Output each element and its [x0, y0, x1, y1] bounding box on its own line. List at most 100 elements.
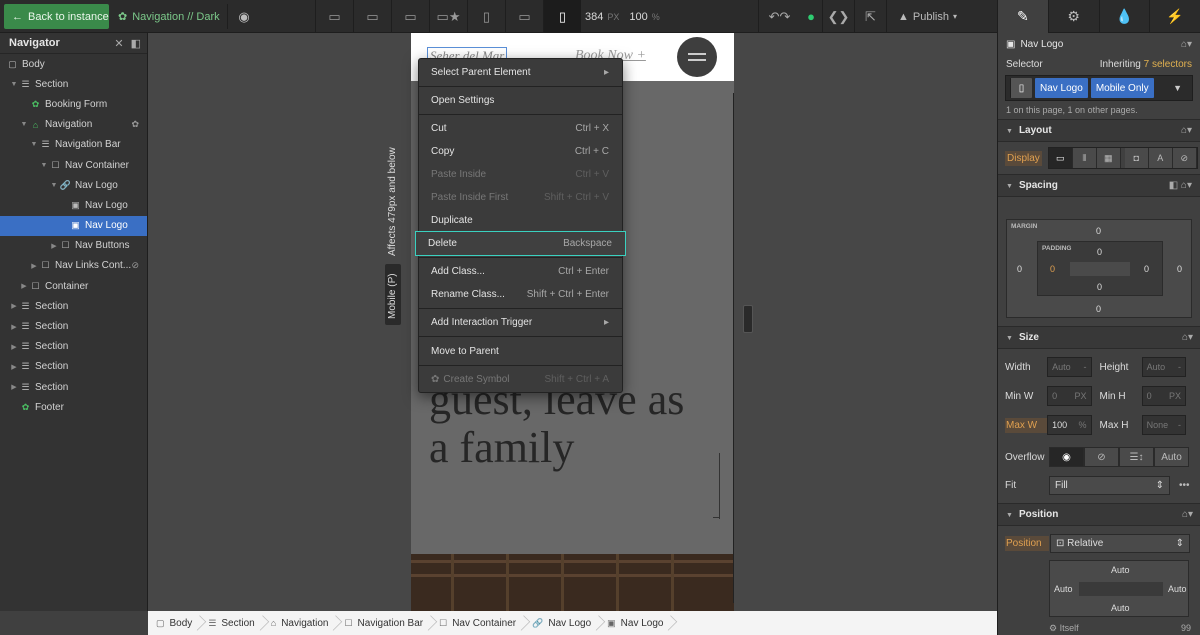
tree-item-section[interactable]: ▶ ☰ Section [0, 296, 147, 316]
menu-item-cut[interactable]: Cut Ctrl + X [419, 117, 622, 139]
style-manager-drops-icon[interactable]: 💧 [1098, 0, 1150, 33]
tablet-icon[interactable]: ▯ [467, 0, 505, 33]
display-flex-icon[interactable]: ⫴ [1072, 148, 1097, 168]
display-none-icon[interactable]: ⊘ [1172, 148, 1197, 168]
tree-item-booking-form[interactable]: ✿ Booking Form [0, 94, 147, 114]
tree-item-nav-buttons[interactable]: ▶ ☐ Nav Buttons [0, 236, 147, 256]
z-index-input[interactable]: 99 [1181, 623, 1191, 635]
collapse-all-icon[interactable]: ✕ [114, 37, 123, 50]
breadcrumb-item-navigation[interactable]: ⌂ Navigation [263, 611, 337, 635]
inheriting-count[interactable]: 7 selectors [1144, 59, 1192, 70]
breadcrumb-item-nav-logo-link[interactable]: 🔗 Nav Logo [524, 611, 599, 635]
tree-item-nav-logo-link[interactable]: ▼ 🔗 Nav Logo [0, 175, 147, 195]
caret-right-icon[interactable]: ▶ [9, 363, 19, 371]
caret-right-icon[interactable]: ▶ [29, 262, 39, 270]
tree-item-section[interactable]: ▼ ☰ Section [0, 74, 147, 94]
mobile-landscape-icon[interactable]: ▭ [505, 0, 543, 33]
tree-item-nav-links-container[interactable]: ▶ ☐ Nav Links Cont... ⊘ [0, 256, 147, 276]
width-input[interactable]: Auto - [1047, 357, 1092, 377]
tree-item-nav-container[interactable]: ▼ ☐ Nav Container [0, 155, 147, 175]
menu-item-add-class[interactable]: Add Class... Ctrl + Enter [419, 260, 622, 282]
overflow-auto-button[interactable]: Auto [1154, 447, 1189, 467]
hamburger-menu-icon[interactable] [677, 37, 717, 77]
export-icon[interactable]: ⇱ [854, 0, 886, 33]
spacing-box-model[interactable]: MARGIN 0 0 0 0 PADDING 0 0 0 0 [1006, 219, 1192, 318]
code-icon[interactable]: ❮❯ [822, 0, 854, 33]
tree-item-section[interactable]: ▶ ☰ Section [0, 357, 147, 377]
tree-item-section[interactable]: ▶ ☰ Section [0, 337, 147, 357]
tree-item-navigation-bar[interactable]: ▼ ☰ Navigation Bar [0, 135, 147, 155]
tree-item-footer[interactable]: ✿ Footer [0, 397, 147, 417]
caret-right-icon[interactable]: ▶ [9, 323, 19, 331]
overflow-hidden-icon[interactable]: ⊘ [1084, 447, 1119, 467]
chevron-down-icon[interactable]: ▼ [1173, 83, 1182, 93]
margin-top[interactable]: 0 [1096, 226, 1101, 236]
padding-left[interactable]: 0 [1050, 264, 1055, 274]
caret-right-icon[interactable]: ▶ [9, 302, 19, 310]
menu-item-rename-class[interactable]: Rename Class... Shift + Ctrl + Enter [419, 283, 622, 305]
preview-scrollbar[interactable] [733, 93, 734, 603]
menu-item-delete[interactable]: Delete Backspace [415, 231, 626, 256]
tree-item-navigation[interactable]: ▼ ⌂ Navigation ✿ [0, 115, 147, 135]
preview-eye-icon[interactable]: ◉ [230, 4, 258, 29]
class-chip[interactable]: Mobile Only [1090, 78, 1154, 98]
display-inline-block-icon[interactable]: ◘ [1124, 148, 1149, 168]
margin-right[interactable]: 0 [1177, 264, 1182, 274]
overflow-scroll-icon[interactable]: ☰↕ [1119, 447, 1154, 467]
breadcrumb-item-section[interactable]: ☰ Section [200, 611, 262, 635]
zoom-value[interactable]: 100 [629, 11, 647, 23]
offset-bottom[interactable]: Auto [1111, 603, 1130, 613]
breadcrumb-item-body[interactable]: ▢ Body [148, 611, 200, 635]
desktop-xl-icon[interactable]: ▭ [315, 0, 353, 33]
min-height-input[interactable]: 0 PX [1141, 386, 1186, 406]
menu-item-move-to-parent[interactable]: Move to Parent [419, 340, 622, 362]
position-offsets[interactable]: Auto Auto Auto Auto [1049, 560, 1189, 617]
settings-gear-icon[interactable]: ⚙ [1047, 0, 1099, 33]
margin-left[interactable]: 0 [1017, 264, 1022, 274]
caret-down-icon[interactable]: ▼ [19, 121, 29, 128]
menu-item-select-parent[interactable]: Select Parent Element ▸ [419, 61, 622, 83]
position-select[interactable]: ⊡ Relative ⇕ [1050, 533, 1190, 553]
menu-item-add-interaction-trigger[interactable]: Add Interaction Trigger ▸ [419, 311, 622, 333]
selector-field[interactable]: ▯ Nav Logo Mobile Only ▼ [1005, 75, 1193, 101]
mobile-portrait-icon[interactable]: ▯ [543, 0, 581, 33]
max-height-input[interactable]: None - [1141, 415, 1186, 435]
tree-item-nav-logo-image[interactable]: ▣ Nav Logo [0, 195, 147, 215]
tree-item-container[interactable]: ▶ ☐ Container [0, 276, 147, 296]
more-options-icon[interactable]: ••• [1179, 480, 1190, 491]
display-block-icon[interactable]: ▭ [1048, 148, 1073, 168]
object-fit-select[interactable]: Fill ⇕ [1049, 475, 1170, 495]
offset-top[interactable]: Auto [1111, 565, 1130, 575]
display-grid-icon[interactable]: ▦ [1096, 148, 1121, 168]
style-brush-icon[interactable]: ✎ [997, 0, 1048, 33]
padding-bottom[interactable]: 0 [1097, 282, 1102, 292]
caret-down-icon[interactable]: ▼ [9, 81, 19, 88]
interactions-bolt-icon[interactable]: ⚡ [1149, 0, 1200, 33]
caret-right-icon[interactable]: ▶ [9, 383, 19, 391]
tree-item-section[interactable]: ▶ ☰ Section [0, 377, 147, 397]
width-value[interactable]: 384 [585, 11, 603, 23]
breadcrumb-item-nav-container[interactable]: ☐ Nav Container [431, 611, 524, 635]
class-chip[interactable]: Nav Logo [1035, 78, 1088, 98]
height-input[interactable]: Auto - [1141, 357, 1186, 377]
tree-item-body[interactable]: ▢ Body [0, 54, 147, 74]
overflow-visible-eye-icon[interactable]: ◉ [1049, 447, 1084, 467]
desktop-large-icon[interactable]: ▭ [353, 0, 391, 33]
display-inline-icon[interactable]: A [1148, 148, 1173, 168]
menu-item-duplicate[interactable]: Duplicate [419, 209, 622, 231]
undo-redo-icon[interactable]: ↶↷ [758, 0, 800, 33]
back-to-instance-button[interactable]: ← Back to instance [4, 4, 109, 29]
caret-down-icon[interactable]: ▼ [29, 141, 39, 148]
breadcrumb-item-navigation-bar[interactable]: ☐ Navigation Bar [336, 611, 431, 635]
element-menu-icon[interactable]: ⌂▾ [1181, 39, 1192, 50]
padding-right[interactable]: 0 [1144, 264, 1149, 274]
tree-item-section[interactable]: ▶ ☰ Section [0, 316, 147, 336]
tree-item-nav-logo-image-selected[interactable]: ▣ Nav Logo [0, 215, 147, 236]
caret-right-icon[interactable]: ▶ [19, 282, 29, 290]
caret-right-icon[interactable]: ▶ [49, 242, 59, 250]
min-width-input[interactable]: 0 PX [1047, 386, 1092, 406]
section-header-size[interactable]: ▼ Size ⌂▾ [998, 326, 1200, 349]
max-width-input[interactable]: 100% [1047, 415, 1092, 435]
margin-bottom[interactable]: 0 [1096, 304, 1101, 314]
offset-right[interactable]: Auto [1168, 584, 1187, 594]
